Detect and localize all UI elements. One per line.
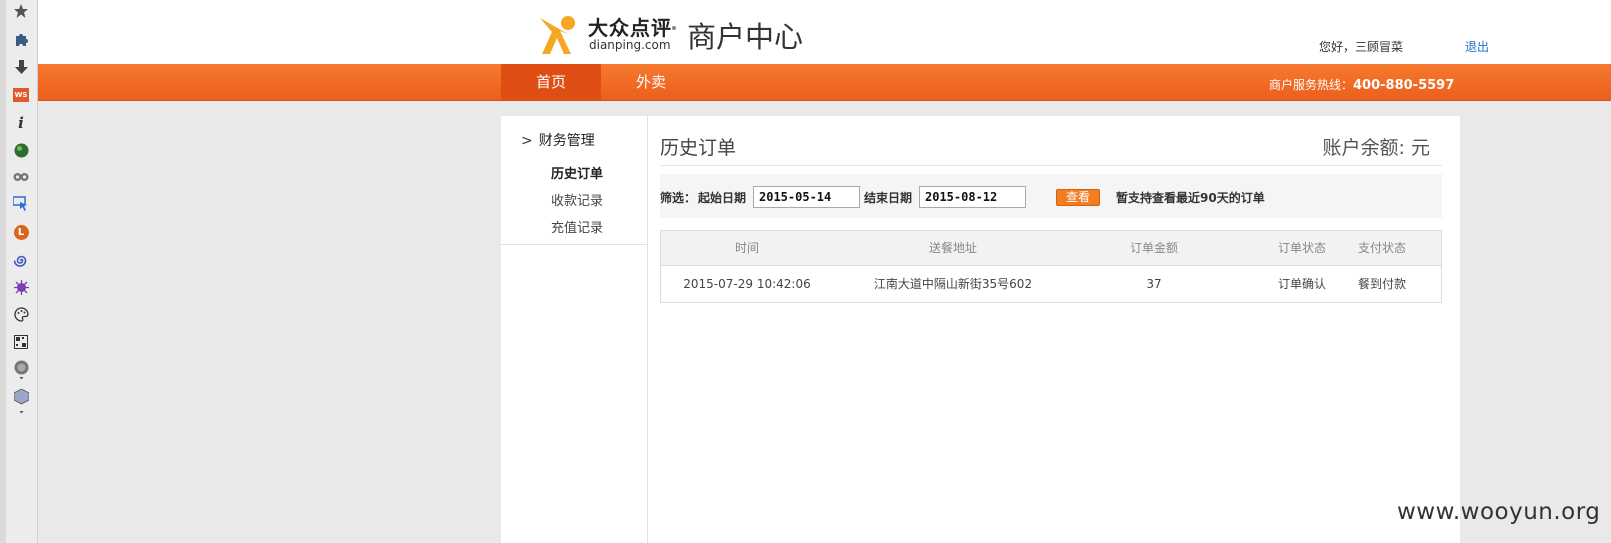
nav-item-home[interactable]: 首页 (501, 64, 601, 101)
account-balance: 账户余额: 元 (1322, 137, 1430, 159)
table-header: 时间 送餐地址 订单金额 订单状态 支付状态 (661, 231, 1441, 266)
sidebar-item-recharge-records[interactable]: 充值记录 (551, 217, 603, 236)
orders-table: 时间 送餐地址 订单金额 订单状态 支付状态 2015-07-29 10:42:… (660, 230, 1442, 303)
green-ball-icon[interactable] (12, 141, 30, 159)
sidebar-divider (501, 244, 648, 245)
ws-icon-label: WS (13, 88, 29, 102)
main-content: 历史订单 账户余额: 元 筛选： 起始日期 结束日期 查看 暂支持查看最近90天… (648, 116, 1460, 543)
filter-label: 筛选： (660, 191, 697, 205)
qr-icon[interactable] (12, 333, 30, 351)
toolbar-edge-strip (0, 0, 6, 543)
dianping-logo-icon[interactable] (538, 14, 578, 56)
brand-domain[interactable]: dianping.com (589, 38, 671, 52)
sidebar-section-finance[interactable]: > 财务管理 (521, 130, 595, 150)
cell-amount: 37 (1146, 277, 1162, 291)
cell-address: 江南大道中隔山新街35号602 (873, 277, 1033, 291)
col-header-amount: 订单金额 (1129, 241, 1178, 255)
filter-note: 暂支持查看最近90天的订单 (1116, 191, 1265, 205)
sidebar: > 财务管理 历史订单 收款记录 充值记录 (501, 116, 648, 543)
chevron-right-icon: > (521, 133, 533, 149)
hotline-label: 商户服务热线： (1269, 78, 1354, 92)
view-button[interactable]: 查看 (1056, 189, 1100, 206)
page-title: 商户中心 (687, 20, 804, 54)
sidebar-section-label: 财务管理 (538, 133, 595, 149)
puzzle-icon[interactable] (12, 30, 30, 48)
watermark-text: www.wooyun.org (1397, 499, 1601, 525)
start-date-input[interactable] (753, 186, 860, 208)
col-header-payment-status: 支付状态 (1357, 241, 1406, 255)
start-date-label: 起始日期 (698, 191, 747, 205)
browser-side-toolbar: WS i L (0, 0, 38, 543)
nav-item-takeout[interactable]: 外卖 (601, 64, 701, 101)
table-row: 2015-07-29 10:42:06 江南大道中隔山新街35号602 37 订… (661, 266, 1441, 302)
title-divider (660, 165, 1442, 166)
spiral-icon[interactable] (12, 251, 30, 269)
star-icon[interactable] (12, 2, 30, 20)
cursor-icon[interactable] (12, 195, 30, 213)
logout-link[interactable]: 退出 (1465, 38, 1489, 55)
end-date-label: 结束日期 (864, 191, 913, 205)
service-hotline: 商户服务热线：400-880-5597 (1269, 76, 1454, 93)
cell-time: 2015-07-29 10:42:06 (683, 277, 811, 291)
main-nav: 首页 外卖 商户服务热线：400-880-5597 (38, 64, 1611, 101)
section-title: 历史订单 (660, 137, 737, 159)
download-arrow-icon[interactable] (12, 58, 30, 76)
eyes-icon[interactable] (12, 168, 30, 186)
col-header-time: 时间 (734, 241, 759, 255)
col-header-address: 送餐地址 (928, 241, 977, 255)
hotline-number: 400-880-5597 (1353, 78, 1455, 93)
cube-icon[interactable] (12, 389, 30, 414)
ws-icon[interactable]: WS (12, 86, 30, 104)
user-greeting: 您好，三顾冒菜 (1319, 40, 1404, 54)
info-icon[interactable]: i (12, 114, 30, 132)
splat-icon[interactable] (12, 278, 30, 296)
sidebar-item-payment-records[interactable]: 收款记录 (551, 190, 603, 209)
l-badge-icon[interactable]: L (12, 223, 30, 241)
brand-name-cn[interactable]: 大众点评 (588, 12, 672, 41)
filter-bar: 筛选： 起始日期 结束日期 查看 暂支持查看最近90天的订单 (660, 174, 1442, 218)
brand-separator-dot (672, 26, 676, 30)
cell-payment-status: 餐到付款 (1357, 277, 1406, 291)
l-badge-label: L (13, 224, 29, 240)
site-header: 大众点评 dianping.com 商户中心 您好，三顾冒菜 退出 (38, 0, 1611, 64)
end-date-input[interactable] (919, 186, 1026, 208)
palette-icon[interactable] (12, 305, 30, 323)
globe-icon[interactable] (12, 360, 30, 380)
content-panel: > 财务管理 历史订单 收款记录 充值记录 历史订单 账户余额: 元 筛选： 起始… (501, 116, 1460, 543)
sidebar-item-order-history[interactable]: 历史订单 (551, 163, 603, 182)
